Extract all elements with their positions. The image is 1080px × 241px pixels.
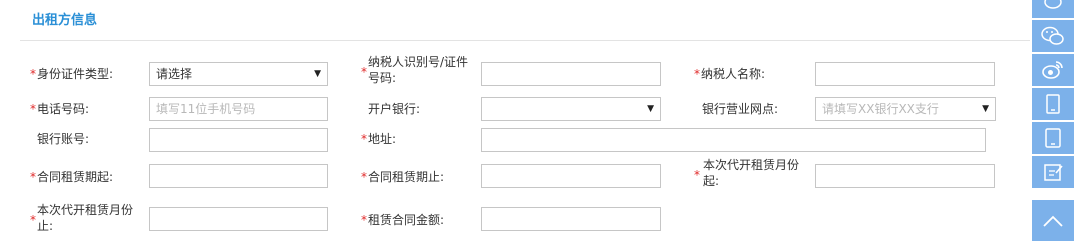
- required-marker: *: [30, 213, 36, 227]
- invoice-month-from-label: * 本次代开租赁月份 起:: [694, 158, 800, 188]
- mobile-button[interactable]: [1032, 88, 1074, 120]
- side-toolbar: [1032, 0, 1080, 241]
- dropdown-arrow-icon: ▼: [314, 69, 321, 79]
- address-label: *地址:: [361, 132, 397, 146]
- contract-start-input[interactable]: [149, 164, 328, 188]
- required-marker: *: [361, 65, 367, 79]
- page: 出租方信息 *身份证件类型: 请选择 ▼ * 纳税人识别号/证件 号码: *纳税…: [0, 0, 1080, 241]
- address-input[interactable]: [481, 128, 986, 152]
- dropdown-arrow-icon: ▼: [982, 104, 989, 114]
- back-to-top-button[interactable]: [1032, 200, 1074, 241]
- section-title: 出租方信息: [32, 13, 98, 28]
- invoice-month-to-label: * 本次代开租赁月份 止:: [30, 203, 134, 233]
- chat-button[interactable]: [1032, 0, 1074, 18]
- invoice-month-from-input[interactable]: [815, 164, 995, 188]
- dropdown-arrow-icon: ▼: [647, 104, 654, 114]
- taxpayer-id-input[interactable]: [481, 62, 661, 86]
- required-marker: *: [30, 67, 36, 81]
- contract-start-label: *合同租赁期起:: [30, 170, 114, 184]
- required-marker: *: [694, 67, 700, 81]
- feedback-button[interactable]: [1032, 156, 1074, 188]
- taxpayer-name-label: *纳税人名称:: [694, 67, 766, 81]
- tablet-button[interactable]: [1032, 122, 1074, 154]
- tablet-icon: [1045, 128, 1061, 148]
- bank-branch-select[interactable]: 请填写XX银行XX支行 ▼: [815, 97, 996, 121]
- taxpayer-name-input[interactable]: [815, 62, 995, 86]
- required-marker: *: [30, 102, 36, 116]
- phone-input[interactable]: 填写11位手机号码: [149, 97, 328, 121]
- edit-feedback-icon: [1044, 164, 1063, 181]
- bank-account-label: 银行账号:: [37, 132, 90, 146]
- required-marker: *: [361, 170, 367, 184]
- required-marker: *: [361, 213, 367, 227]
- invoice-month-to-input[interactable]: [149, 207, 328, 231]
- contract-amount-input[interactable]: [481, 207, 661, 231]
- weibo-button[interactable]: [1032, 54, 1074, 86]
- bank-branch-label: 银行营业网点:: [702, 102, 779, 116]
- bank-select[interactable]: ▼: [481, 97, 661, 121]
- bank-account-input[interactable]: [149, 128, 328, 152]
- required-marker: *: [30, 170, 36, 184]
- id-type-label: *身份证件类型:: [30, 67, 114, 81]
- required-marker: *: [361, 132, 367, 146]
- wechat-button[interactable]: [1032, 20, 1074, 52]
- wechat-icon: [1041, 26, 1064, 45]
- chat-bubble-icon: [1044, 0, 1062, 9]
- bank-label: 开户银行:: [368, 102, 421, 116]
- required-marker: *: [694, 168, 700, 182]
- phone-label: *电话号码:: [30, 102, 90, 116]
- mobile-phone-icon: [1046, 94, 1060, 114]
- id-type-select[interactable]: 请选择 ▼: [149, 62, 328, 86]
- taxpayer-id-label: * 纳税人识别号/证件 号码:: [361, 55, 469, 85]
- weibo-icon: [1042, 61, 1063, 79]
- contract-amount-label: *租赁合同金额:: [361, 213, 445, 227]
- back-to-top-icon: [1043, 215, 1063, 227]
- contract-end-input[interactable]: [481, 164, 661, 188]
- section-divider: [20, 40, 1030, 41]
- contract-end-label: *合同租赁期止:: [361, 170, 445, 184]
